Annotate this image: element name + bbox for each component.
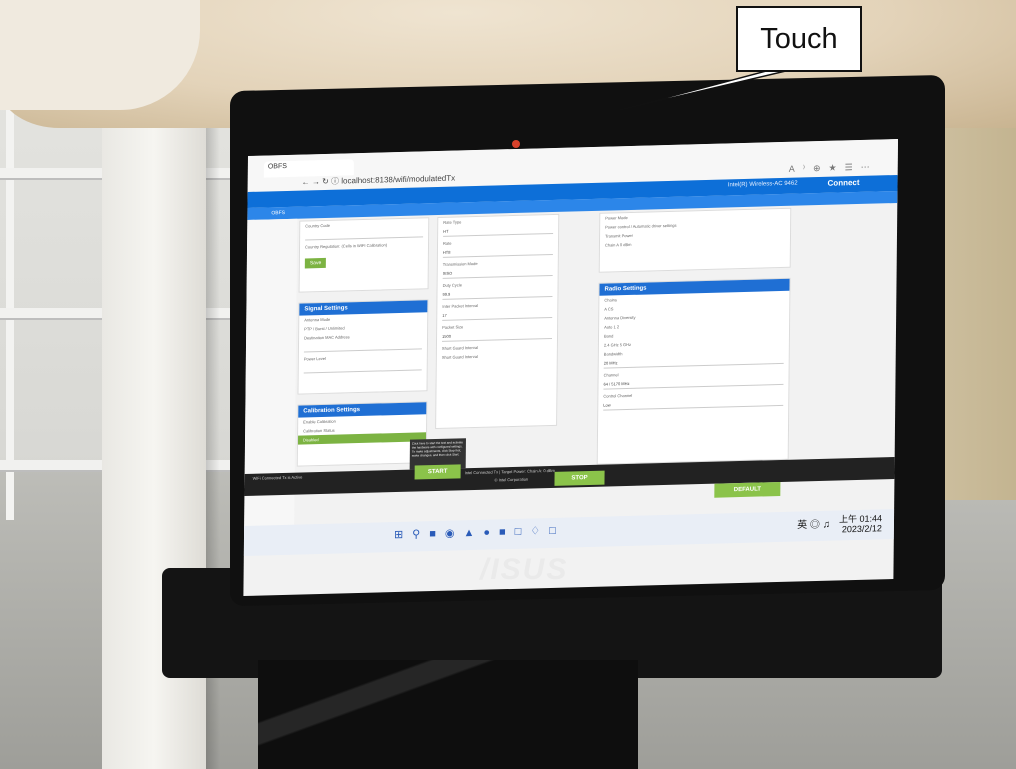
nav-title: OBFS bbox=[271, 210, 286, 217]
language-indicator[interactable]: 英 bbox=[797, 520, 807, 531]
status-line1: Intel Connected Tx | Target Power: Chain… bbox=[464, 467, 555, 476]
antenna-opt-ptp[interactable]: PTP bbox=[304, 326, 312, 331]
power-slider[interactable] bbox=[303, 362, 422, 374]
antenna-opt-burst[interactable]: Burst bbox=[315, 326, 324, 331]
dest-field[interactable] bbox=[303, 341, 423, 353]
shelf-post bbox=[6, 80, 14, 520]
power-opt-control[interactable]: Power control bbox=[605, 224, 630, 230]
save-button[interactable]: Save bbox=[304, 257, 327, 269]
rate-type-select[interactable]: HT bbox=[443, 225, 554, 237]
power-panel: Power Mode Power control / Automatic dri… bbox=[598, 207, 792, 273]
div-opt-1[interactable]: 1 bbox=[613, 324, 615, 329]
country-note: Country Regulation: (Cells in WIFI Calib… bbox=[305, 242, 388, 250]
rate-panel: Rate Type HT Rate HT8 Transmission Mode … bbox=[435, 213, 560, 430]
start-button[interactable]: START bbox=[414, 464, 461, 480]
country-panel: Country Code Country Regulation: (Cells … bbox=[298, 217, 430, 293]
photo-scene: /ISUS OBFS ← → ↻ ⓘ localhost:8138/wifi/m… bbox=[0, 0, 1016, 769]
calibration-panel: Calibration Settings Enable Calibration … bbox=[296, 401, 428, 467]
rate-select[interactable]: HT8 bbox=[442, 246, 553, 258]
div-opt-2[interactable]: 2 bbox=[617, 324, 619, 329]
adapter-name: Intel(R) Wireless-AC 9462 bbox=[727, 180, 798, 189]
url-text: localhost:8138/wifi/modulatedTx bbox=[341, 173, 456, 186]
inter-label: Inter Packet Interval bbox=[442, 302, 478, 309]
power-opt-auto[interactable]: Automatic driver settings bbox=[633, 223, 677, 229]
webcam-indicator bbox=[512, 140, 520, 148]
duty-input[interactable]: 99.9 bbox=[442, 288, 553, 300]
radio-panel: Radio Settings Chains A CS Antenna Diver… bbox=[596, 277, 791, 465]
system-tray[interactable]: 英 ◎ ♫ 上午 01:44 2023/2/12 bbox=[797, 513, 882, 535]
clock[interactable]: 上午 01:44 2023/2/12 bbox=[839, 513, 882, 534]
brand-logo: /ISUS bbox=[480, 553, 569, 586]
laptop-screen: OBFS ← → ↻ ⓘ localhost:8138/wifi/modulat… bbox=[243, 138, 899, 596]
div-opt-auto[interactable]: Auto bbox=[604, 324, 612, 329]
tab-title: OBFS bbox=[267, 162, 287, 171]
volume-icon[interactable]: ♫ bbox=[823, 519, 831, 530]
size-input[interactable]: 1500 bbox=[441, 330, 553, 342]
status-left: WiFi Connected Tx is Active bbox=[252, 474, 303, 481]
tx-mode-label: Transmission Mode bbox=[442, 260, 478, 267]
connect-button[interactable]: Connect bbox=[828, 178, 860, 188]
band-opt-24[interactable]: 2.4 GHz bbox=[604, 342, 619, 347]
status-line2: © Intel Corporation bbox=[494, 476, 529, 483]
duty-label: Duty Cycle bbox=[442, 282, 462, 288]
signal-panel: Signal Settings Antenna Mode PTP / Burst… bbox=[297, 299, 429, 395]
calib-state: Disabled bbox=[297, 432, 427, 445]
tx-power-value[interactable]: 0 bbox=[620, 242, 622, 247]
windows-taskbar: ⊞⚲■◉▲●■□♢□ 英 ◎ ♫ 上午 01:44 2023/2/12 bbox=[243, 508, 895, 556]
clock-date: 2023/2/12 bbox=[841, 523, 882, 535]
stand-legs bbox=[258, 660, 638, 769]
rate-label: Rate bbox=[443, 240, 452, 246]
browser-actions[interactable]: A⁾⊕★☰⋯ bbox=[789, 162, 878, 175]
country-field[interactable] bbox=[305, 229, 424, 241]
network-icon[interactable]: ◎ bbox=[810, 520, 820, 531]
size-label: Packet Size bbox=[442, 324, 464, 330]
stop-button[interactable]: STOP bbox=[554, 470, 605, 486]
defaults-button[interactable]: DEFAULT bbox=[714, 481, 781, 498]
inter-input[interactable]: 17 bbox=[442, 309, 553, 321]
taskbar-apps[interactable]: ⊞⚲■◉▲●■□♢□ bbox=[394, 524, 565, 541]
tx-power-unit: dBm bbox=[623, 241, 632, 248]
chain-label: Chain A bbox=[604, 242, 619, 248]
guard-checkbox[interactable]: Short Guard Interval bbox=[437, 350, 557, 362]
tx-mode-select[interactable]: SISO bbox=[442, 267, 553, 279]
antenna-opt-unlimited[interactable]: Unlimited bbox=[328, 325, 345, 330]
band-opt-5[interactable]: 5 GHz bbox=[620, 342, 631, 347]
rate-type-label: Rate Type bbox=[443, 219, 462, 225]
touch-callout: Touch bbox=[736, 6, 862, 72]
